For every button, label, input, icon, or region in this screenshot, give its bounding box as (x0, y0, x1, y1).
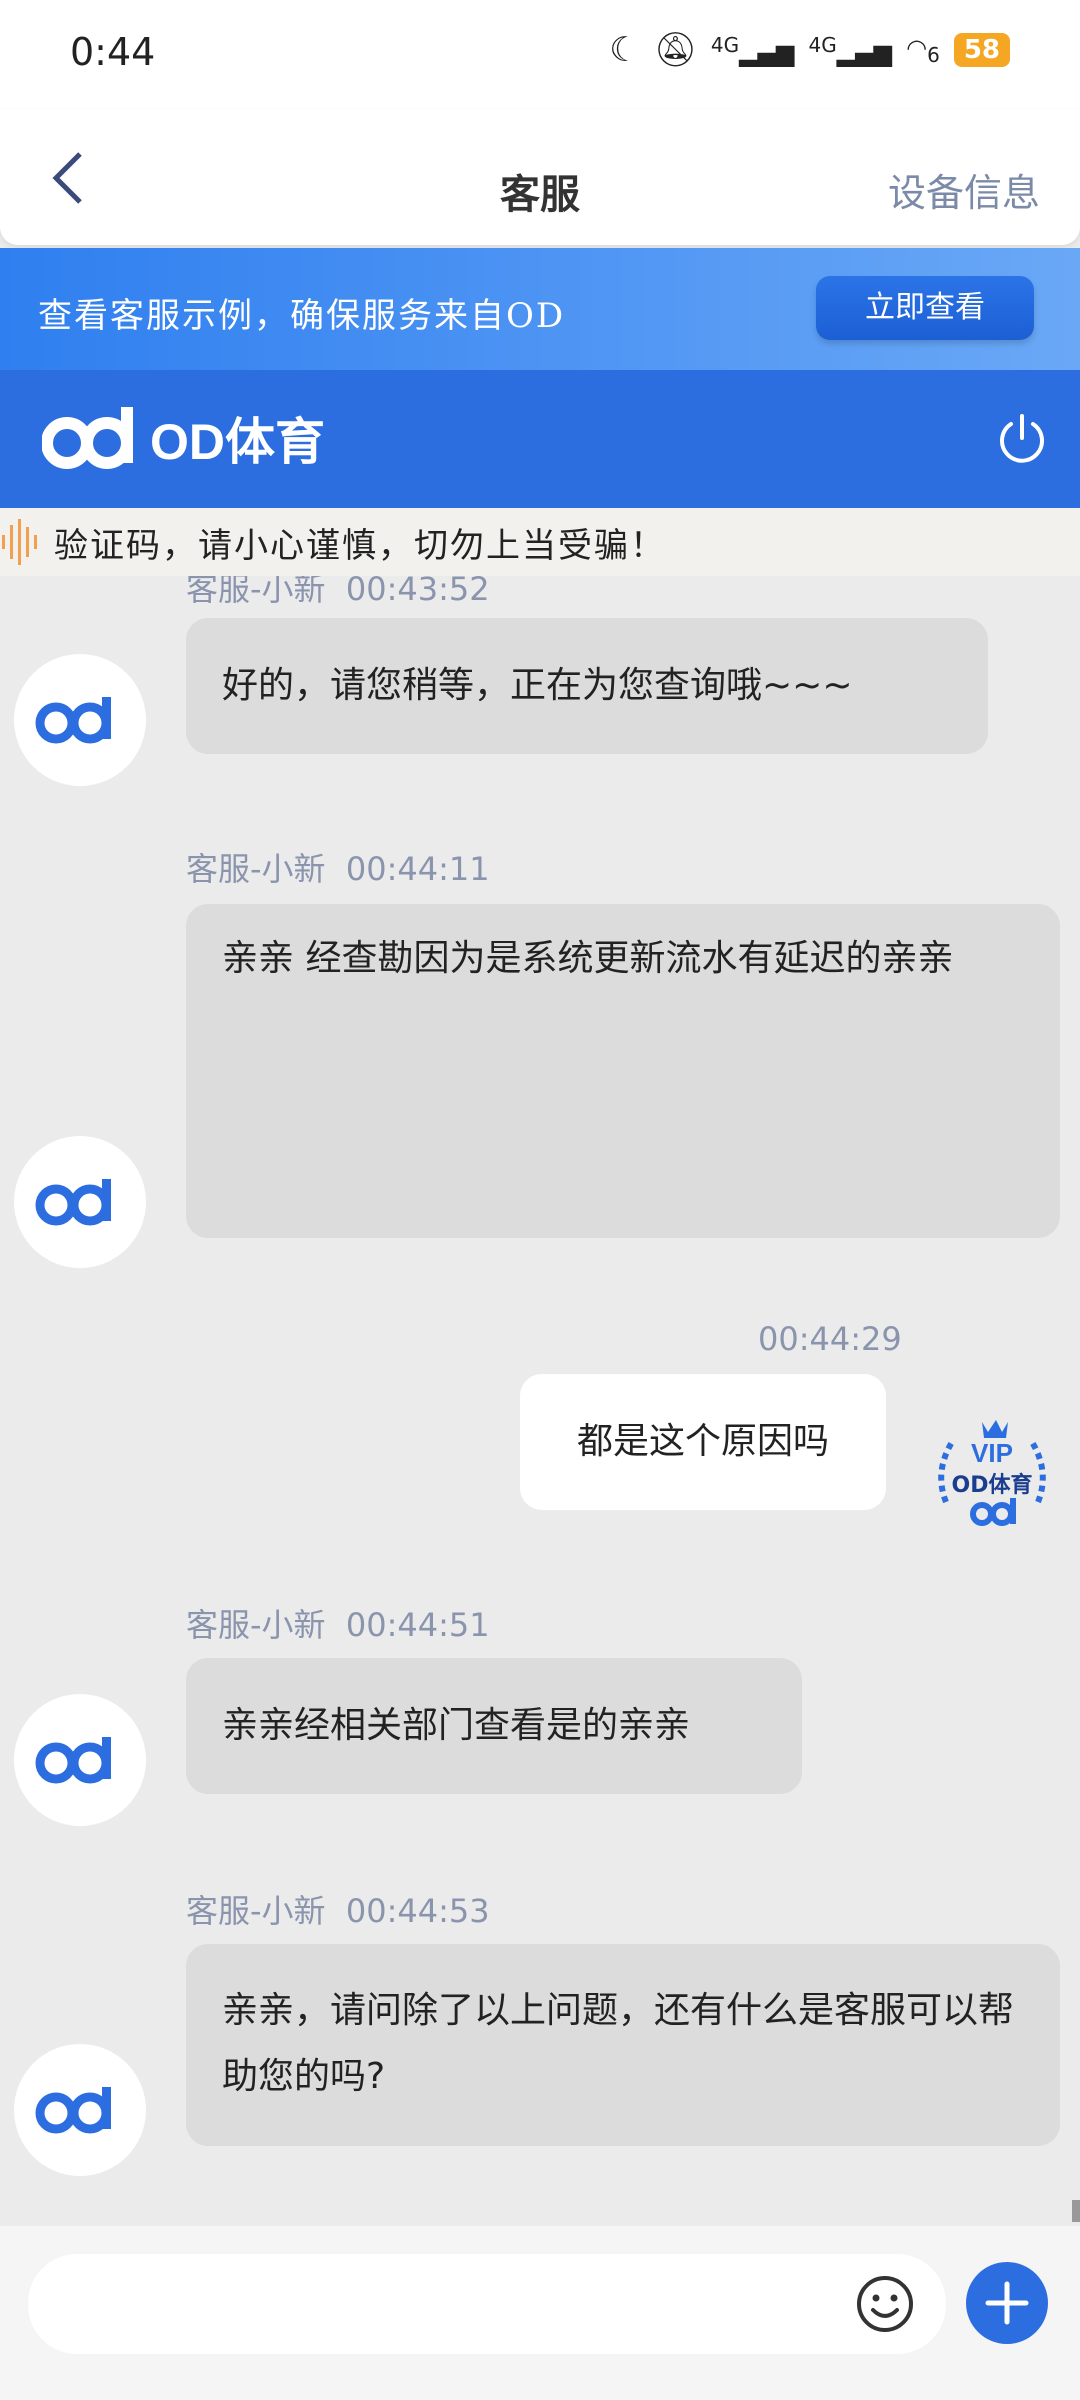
moon-icon: ☾ (609, 30, 640, 70)
header: 客服 设备信息 (0, 110, 1080, 245)
notice-text: 验证码，请小心谨慎，切勿上当受骗！ (54, 525, 666, 566)
message-meta: 00:44:29 (758, 1320, 902, 1358)
promo-text: 查看客服示例，确保服务来自OD (38, 296, 566, 336)
avatar[interactable] (14, 1694, 146, 1826)
message-bubble: 亲亲经相关部门查看是的亲亲 (186, 1658, 802, 1794)
message-bubble: 亲亲 经查勘因为是系统更新流水有延迟的亲亲 (186, 904, 1060, 1238)
message-bubble-self: 都是这个原因吗 (520, 1374, 886, 1510)
message-meta: 客服-小新 00:44:53 (186, 1892, 490, 1930)
status-time: 0:44 (70, 30, 156, 74)
svg-text:VIP: VIP (971, 1438, 1013, 1468)
message-meta: 客服-小新 00:44:11 (186, 850, 490, 888)
input-bar (0, 2226, 1080, 2400)
promo-banner: 查看客服示例，确保服务来自OD 立即查看 (0, 248, 1080, 370)
scrollbar[interactable] (1072, 2200, 1080, 2222)
message-bubble: 亲亲，请问除了以上问题，还有什么是客服可以帮助您的吗? (186, 1944, 1060, 2146)
avatar[interactable] (14, 1136, 146, 1268)
power-icon[interactable] (994, 410, 1050, 466)
avatar[interactable] (14, 654, 146, 786)
od-avatar-icon (35, 1737, 111, 1784)
battery-icon: 58 (953, 33, 1010, 67)
vip-badge-icon: VIP OD体育 (938, 1420, 1046, 1526)
device-info-button[interactable]: 设备信息 (888, 162, 1040, 217)
od-logo-icon (42, 407, 133, 469)
emoji-icon[interactable] (855, 2274, 915, 2334)
brand-logo: OD体育 (42, 402, 325, 474)
brand-bar: OD体育 (0, 370, 1080, 508)
message-bubble: 好的，请您稍等，正在为您查询哦~~~ (186, 618, 988, 754)
status-icons: ☾ 🔕︎ 4G▂▄▆ 4G▂▄▆ ◠6 58 (609, 30, 1010, 70)
message-meta: 客服-小新 00:44:51 (186, 1606, 490, 1644)
status-bar: 0:44 ☾ 🔕︎ 4G▂▄▆ 4G▂▄▆ ◠6 58 (0, 0, 1080, 110)
od-avatar-icon (35, 2087, 111, 2134)
view-now-button[interactable]: 立即查看 (816, 276, 1034, 340)
vip-avatar[interactable]: VIP OD体育 (926, 1412, 1058, 1544)
signal-icon-2: 4G▂▄▆ (808, 33, 893, 67)
message-meta: 客服-小新 00:43:52 (186, 576, 490, 608)
sound-wave-icon (2, 519, 37, 565)
message-input[interactable] (28, 2254, 946, 2354)
wifi-icon: ◠6 (906, 33, 940, 67)
od-avatar-icon (35, 697, 111, 744)
mute-icon: 🔕︎ (653, 30, 697, 70)
signal-icon: 4G▂▄▆ (710, 33, 795, 67)
avatar[interactable] (14, 2044, 146, 2176)
brand-name: OD体育 (150, 414, 325, 470)
od-avatar-icon (35, 1179, 111, 1226)
notice-bar: 验证码，请小心谨慎，切勿上当受骗！ (0, 508, 1080, 576)
svg-text:OD体育: OD体育 (952, 1472, 1033, 1498)
chat-area[interactable]: 客服-小新 00:43:52 好的，请您稍等，正在为您查询哦~~~ 客服-小新 … (0, 576, 1080, 2226)
plus-icon[interactable] (966, 2262, 1048, 2344)
